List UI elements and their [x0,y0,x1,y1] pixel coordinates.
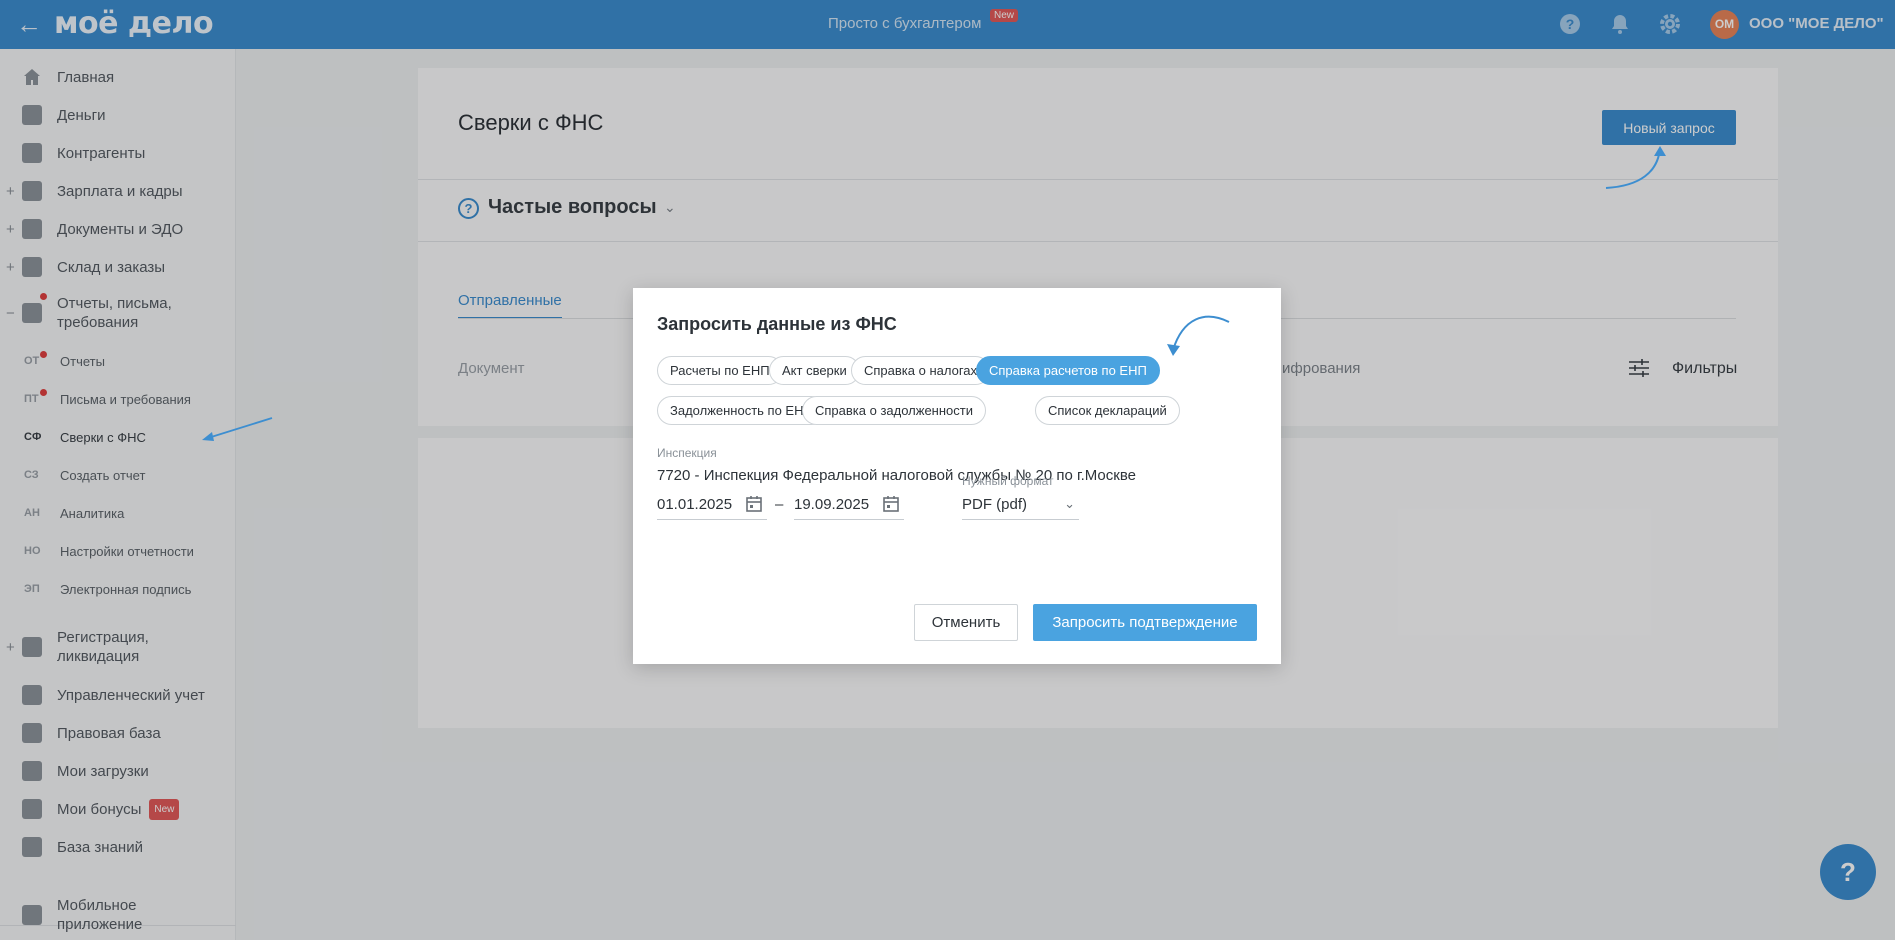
request-fns-data-modal: Запросить данные из ФНС Расчеты по ЕНП А… [633,288,1281,664]
calendar-icon[interactable] [745,495,763,513]
chevron-down-icon: ⌄ [1064,496,1075,511]
format-value: PDF (pdf) [962,496,1028,513]
chip-enp-settlements-certificate[interactable]: Справка расчетов по ЕНП [976,356,1160,385]
chip-debt-certificate[interactable]: Справка о задолженности [802,396,986,425]
format-select[interactable]: PDF (pdf) ⌄ [962,494,1079,520]
request-confirmation-button[interactable]: Запросить подтверждение [1033,604,1257,641]
date-to-field[interactable]: 19.09.2025 [794,494,904,520]
date-separator: – [775,496,784,513]
chip-declarations-list[interactable]: Список деклараций [1035,396,1180,425]
chip-reconciliation-act[interactable]: Акт сверки [769,356,860,385]
cancel-button[interactable]: Отменить [914,604,1018,641]
date-from-value: 01.01.2025 [657,496,733,513]
chip-enp-settlements[interactable]: Расчеты по ЕНП [657,356,783,385]
chip-tax-certificate[interactable]: Справка о налогах [851,356,991,385]
format-label: Нужный формат [962,474,1054,488]
inspection-value: 7720 - Инспекция Федеральной налоговой с… [657,467,1136,484]
chip-enp-debt[interactable]: Задолженность по ЕНП [657,396,826,425]
date-from-field[interactable]: 01.01.2025 [657,494,767,520]
annotation-arrow-icon [1167,315,1230,356]
calendar-icon[interactable] [882,495,900,513]
modal-title: Запросить данные из ФНС [657,314,897,334]
date-to-value: 19.09.2025 [794,496,870,513]
inspection-label: Инспекция [657,446,717,460]
